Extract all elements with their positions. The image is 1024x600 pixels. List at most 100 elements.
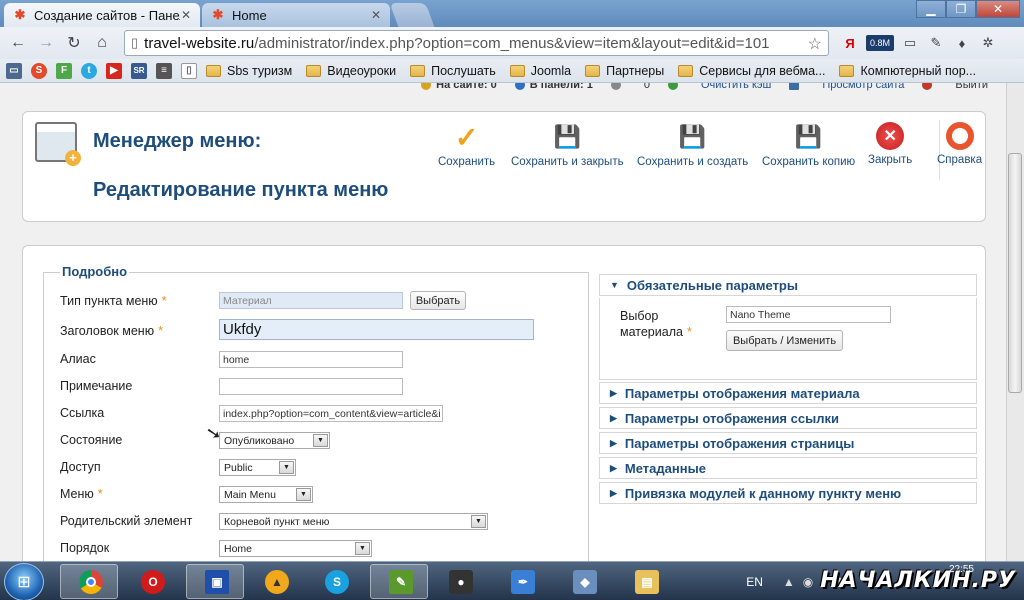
screen-icon[interactable]: ▭ — [897, 31, 923, 55]
bookmark-folder[interactable]: Видеоуроки — [306, 64, 396, 78]
help-button[interactable]: Справка — [937, 122, 982, 166]
save-copy-button[interactable]: 💾 Сохранить копию — [762, 122, 855, 168]
taskbar-opera[interactable]: O — [124, 564, 182, 599]
page-title: Менеджер меню: — [93, 130, 262, 152]
folder-icon — [839, 64, 855, 77]
windows-start-icon[interactable]: ⊞ — [4, 563, 44, 600]
edit-form: Подробно Тип пункта меню * Материал Выбра… — [22, 245, 986, 561]
media-icon[interactable]: ≡ — [156, 62, 172, 79]
forward-arrow-icon[interactable]: → — [34, 31, 58, 55]
network-tray-icon[interactable]: ◉ — [803, 575, 813, 589]
triangle-right-icon: ▶ — [610, 487, 617, 498]
save-close-label: Сохранить и закрыть — [511, 156, 624, 168]
close-button[interactable]: ✕ Закрыть — [868, 122, 912, 166]
details-fieldset: Подробно Тип пункта меню * Материал Выбра… — [43, 264, 589, 561]
bookmark-folder[interactable]: Партнеры — [585, 64, 664, 78]
taskbar-explorer[interactable]: ▤ — [618, 564, 676, 599]
sr-icon[interactable]: SR — [131, 62, 147, 79]
panel-page-display[interactable]: ▶ Параметры отображения страницы — [599, 432, 977, 454]
page-icon[interactable]: ▯ — [181, 62, 197, 79]
s-logo-icon[interactable]: S — [31, 62, 47, 79]
bookmark-folder[interactable]: Компютерный пор... — [839, 64, 976, 78]
required-params-panel-header[interactable]: ▼ Обязательные параметры — [599, 274, 977, 296]
taskbar-network[interactable]: ◆ — [556, 564, 614, 599]
youtube-icon[interactable]: ▶ — [106, 62, 122, 79]
minimize-icon[interactable]: ▁ — [916, 0, 946, 18]
bookmark-folder[interactable]: Сервисы для вебма... — [678, 64, 825, 78]
address-bar[interactable]: ▯ travel-website.ru /administrator/index… — [124, 30, 829, 56]
users-in-panel-text: В панели: 1 — [529, 83, 593, 91]
clear-cache-link[interactable]: Очистить кэш — [668, 83, 771, 91]
triangle-right-icon: ▶ — [610, 387, 617, 398]
order-select[interactable]: Home ▼ — [219, 540, 372, 557]
item-type-field[interactable]: Материал — [219, 292, 403, 309]
bookmark-star-icon[interactable]: ☆ — [808, 34, 822, 54]
panel-metadata[interactable]: ▶ Метаданные — [599, 457, 977, 479]
url-host: travel-website.ru — [144, 34, 255, 52]
bookmark-folder[interactable]: Sbs туризм — [206, 64, 292, 78]
link-input[interactable]: index.php?option=com_content&view=articl… — [219, 405, 443, 422]
back-arrow-icon[interactable]: ← — [6, 31, 30, 55]
select-change-button[interactable]: Выбрать / Изменить — [726, 330, 843, 351]
brush-icon[interactable]: ♦ — [949, 31, 975, 55]
panel-link-display[interactable]: ▶ Параметры отображения ссылки — [599, 407, 977, 429]
reload-icon[interactable]: ↻ — [62, 31, 86, 55]
select-type-button[interactable]: Выбрать — [410, 291, 466, 310]
taskbar-tool[interactable]: ✒ — [494, 564, 552, 599]
scrollbar-thumb[interactable] — [1008, 153, 1022, 393]
maximize-icon[interactable]: ❐ — [946, 0, 976, 18]
logout-link[interactable]: Выйти — [922, 83, 988, 91]
save-new-label: Сохранить и создать — [637, 156, 749, 168]
folder-icon — [410, 64, 426, 77]
yandex-icon[interactable]: Я — [837, 31, 863, 55]
bookmark-folder[interactable]: Послушать — [410, 64, 496, 78]
taskbar-aimp[interactable]: ▲ — [248, 564, 306, 599]
link-label: Ссылка — [60, 406, 105, 420]
new-tab-button[interactable] — [389, 3, 435, 27]
eyedropper-icon[interactable]: ✎ — [923, 31, 949, 55]
page-toolbar: + Менеджер меню: Редактирование пункта м… — [22, 111, 986, 222]
page-scrollbar[interactable] — [1006, 83, 1024, 561]
save-close-button[interactable]: 💾 Сохранить и закрыть — [511, 122, 624, 168]
opera-icon: O — [141, 569, 165, 594]
taskbar-editor[interactable]: ✎ — [370, 564, 428, 599]
tab-close-icon[interactable]: ✕ — [180, 8, 192, 22]
messages-count[interactable]: 0 — [610, 83, 650, 91]
taskbar-save-app[interactable]: ▣ — [186, 564, 244, 599]
tray-arrow-icon[interactable]: ▲ — [783, 575, 795, 589]
menu-select[interactable]: Main Menu ▼ — [219, 486, 313, 503]
title-input[interactable]: Ukfdy — [219, 319, 534, 340]
taskbar-chrome[interactable] — [60, 564, 118, 599]
camera-icon: ● — [449, 569, 473, 594]
twitter-icon[interactable]: t — [81, 62, 97, 79]
article-select-label: Выбор материала * — [620, 308, 706, 340]
close-window-icon[interactable]: ✕ — [976, 0, 1020, 18]
save-new-button[interactable]: 💾 Сохранить и создать — [637, 122, 748, 168]
home-icon[interactable]: ⌂ — [90, 31, 114, 55]
note-input[interactable] — [219, 378, 403, 395]
help-label: Справка — [937, 154, 983, 166]
tab-title: Создание сайтов - Панель — [34, 7, 180, 23]
taskbar-skype[interactable]: S — [308, 564, 366, 599]
taskbar-camera[interactable]: ● — [432, 564, 490, 599]
view-site-link[interactable]: Просмотр сайта — [789, 83, 904, 91]
panel-title: Привязка модулей к данному пункту меню — [624, 485, 902, 501]
article-select-field[interactable]: Nano Theme — [726, 306, 891, 323]
logout-text: Выйти — [955, 83, 988, 91]
language-indicator[interactable]: EN — [746, 575, 763, 589]
alias-input[interactable]: home — [219, 351, 403, 368]
access-select[interactable]: Public ▼ — [219, 459, 296, 476]
panel-module-assignment[interactable]: ▶ Привязка модулей к данному пункту меню — [599, 482, 977, 504]
save-button[interactable]: ✓ Сохранить — [438, 122, 495, 169]
f-logo-icon[interactable]: F — [56, 62, 72, 79]
wrench-icon[interactable]: ✲ — [975, 31, 1001, 55]
speed-badge[interactable]: 0.8M — [866, 35, 894, 51]
tab-admin-panel[interactable]: ✱ Создание сайтов - Панель ✕ — [4, 3, 200, 27]
monitor-icon[interactable]: ▭ — [6, 62, 22, 79]
panel-article-display[interactable]: ▶ Параметры отображения материала — [599, 382, 977, 404]
tab-home[interactable]: ✱ Home ✕ — [202, 3, 390, 27]
state-select[interactable]: Опубликовано ▼ — [219, 432, 330, 449]
tab-close-icon[interactable]: ✕ — [370, 8, 382, 22]
parent-select[interactable]: Корневой пункт меню ▼ — [219, 513, 488, 530]
bookmark-folder[interactable]: Joomla — [509, 64, 571, 78]
